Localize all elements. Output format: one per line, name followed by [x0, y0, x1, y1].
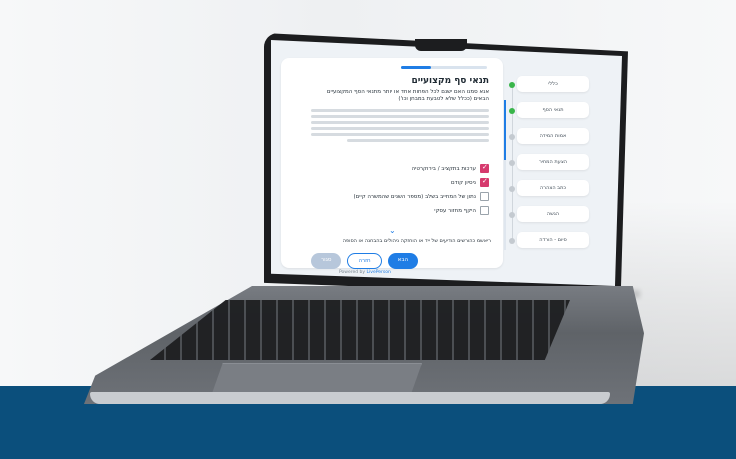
step-dot	[509, 134, 515, 140]
text-line	[346, 139, 489, 142]
button-row: סגור חזרה הבא	[311, 253, 419, 269]
powered-link[interactable]: LivePerson	[367, 270, 391, 275]
step-dot	[509, 108, 515, 114]
powered-by: Powered by LivePerson	[339, 270, 391, 275]
step-price[interactable]: הצעת המחיר	[517, 154, 589, 170]
next-button[interactable]: הבא	[387, 253, 419, 269]
scrollbar[interactable]	[504, 100, 506, 250]
steps-sidebar: כללי תנאי הסף אמות המידה הצעת המחיר כתב …	[509, 76, 599, 286]
form-title: תנאי סף מקצועיים	[411, 76, 489, 86]
step-dot	[509, 186, 515, 192]
step-general[interactable]: כללי	[517, 76, 589, 92]
step-submit[interactable]: הגשה	[517, 206, 589, 222]
laptop: שרונים תנאי סף מקצועיים אנא סמנו האם ישנ…	[0, 0, 736, 459]
checkbox[interactable]	[480, 177, 489, 187]
text-line	[311, 115, 489, 118]
progress-bar	[401, 66, 487, 69]
option-label: היקף מחזור עסקי	[434, 207, 476, 214]
camera-notch	[415, 39, 467, 51]
option-label: ניסיון קודם	[450, 179, 476, 186]
step-dot	[509, 238, 515, 244]
progress-fill	[401, 66, 432, 69]
back-button[interactable]: חזרה	[347, 253, 382, 269]
option-label: נתון של המחייב בשלב (מספר השנים שהמשרה ק…	[353, 193, 476, 200]
laptop-screen: שרונים תנאי סף מקצועיים אנא סמנו האם ישנ…	[271, 40, 622, 286]
checkbox[interactable]	[480, 192, 489, 201]
text-line	[311, 133, 489, 136]
close-button[interactable]: סגור	[311, 253, 342, 269]
step-declaration[interactable]: כתב הצהרה	[517, 180, 589, 196]
text-line	[311, 127, 489, 130]
option-1[interactable]: ערכות בתקציב / בירוקרטיה	[319, 163, 489, 173]
scroll-thumb[interactable]	[504, 100, 506, 160]
form-note: ריאשמ כהורשים הודיעים של ייד או הוחזקה נ…	[342, 238, 491, 244]
option-2[interactable]: ניסיון קודם	[319, 177, 489, 187]
powered-text: Powered by	[339, 270, 366, 275]
option-4[interactable]: היקף מחזור עסקי	[319, 206, 489, 215]
option-label: ערכות בתקציב / בירוקרטיה	[411, 165, 476, 172]
step-dot	[509, 160, 515, 166]
options-list: ערכות בתקציב / בירוקרטיה ניסיון קודם נתו…	[319, 159, 489, 220]
checkbox[interactable]	[480, 206, 489, 215]
step-finish[interactable]: סיום - הורדה	[517, 232, 589, 248]
step-dot	[509, 82, 515, 88]
step-threshold[interactable]: תנאי הסף	[517, 102, 589, 118]
text-line	[311, 121, 489, 124]
form-subtitle: אנא סמנו האם ישנם לכל הפחות אחד או יותר …	[326, 89, 489, 102]
paragraph-placeholder	[311, 109, 489, 155]
step-dot	[509, 212, 515, 218]
laptop-front-edge	[90, 392, 610, 404]
text-line	[311, 109, 489, 112]
step-criteria[interactable]: אמות המידה	[517, 128, 589, 144]
scene: שרונים תנאי סף מקצועיים אנא סמנו האם ישנ…	[0, 0, 736, 459]
screen-ui: שרונים תנאי סף מקצועיים אנא סמנו האם ישנ…	[271, 40, 622, 286]
chevron-down-icon[interactable]: ⌄	[389, 226, 396, 235]
option-3[interactable]: נתון של המחייב בשלב (מספר השנים שהמשרה ק…	[319, 192, 489, 201]
form-card: תנאי סף מקצועיים אנא סמנו האם ישנם לכל ה…	[281, 58, 503, 275]
checkbox[interactable]	[480, 163, 489, 173]
